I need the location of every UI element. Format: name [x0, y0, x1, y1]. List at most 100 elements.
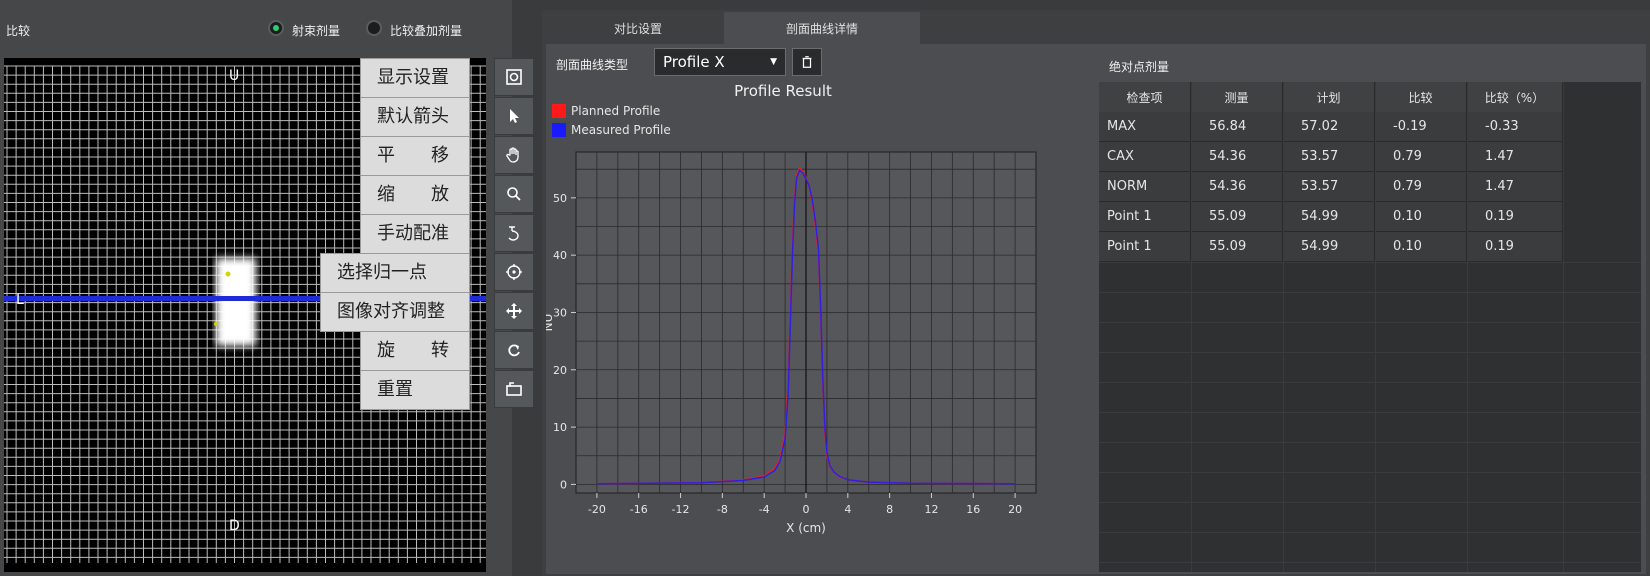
empty-row-divider	[1099, 382, 1641, 383]
column-divider	[1191, 82, 1192, 572]
table-cell: 1.47	[1467, 172, 1563, 202]
col-header-compare-percent: 比较（%）	[1467, 82, 1563, 112]
x-tick-label: 8	[886, 503, 893, 516]
table-cell: 55.09	[1191, 202, 1283, 232]
radio-compare-overlay[interactable]	[366, 20, 382, 36]
menu-default-arrow[interactable]: 默认箭头	[360, 97, 470, 137]
manual-register-button[interactable]	[494, 214, 534, 252]
chevron-down-icon: ▼	[770, 57, 777, 67]
table-row[interactable]: Point 1 55.09 54.99 0.10 0.19	[1099, 202, 1563, 232]
radio-beam-dose-label: 射束剂量	[292, 24, 341, 38]
reset-icon	[506, 382, 522, 396]
empty-row-divider	[1099, 502, 1641, 503]
hand-pan-icon	[506, 147, 519, 163]
empty-row-divider	[1099, 352, 1641, 353]
x-tick-label: -12	[672, 503, 690, 516]
table-cell: Point 1	[1099, 202, 1191, 232]
y-tick-label: 10	[553, 421, 567, 434]
y-tick-label: 40	[553, 249, 567, 262]
col-header-compare: 比较	[1375, 82, 1467, 112]
menu-reset[interactable]: 重置	[360, 370, 470, 410]
column-divider	[1283, 82, 1284, 572]
table-cell: 54.36	[1191, 142, 1283, 172]
move-icon	[506, 303, 522, 319]
table-cell: 0.19	[1467, 202, 1563, 232]
table-row[interactable]: Point 1 55.09 54.99 0.10 0.19	[1099, 232, 1563, 262]
profile-chart: Profile Result Planned Profile Measured Pr…	[546, 82, 1037, 535]
target-icon	[506, 264, 522, 280]
empty-row-divider	[1099, 532, 1641, 533]
delete-button[interactable]	[792, 48, 822, 76]
table-row[interactable]: NORM 54.36 53.57 0.79 1.47	[1099, 172, 1563, 202]
table-cell: 57.02	[1283, 112, 1375, 142]
zoom-icon	[507, 187, 521, 201]
radio-beam-dose[interactable]	[268, 20, 284, 36]
table-cell: -0.33	[1467, 112, 1563, 142]
pan-button[interactable]	[494, 136, 534, 174]
dose-field	[216, 258, 256, 346]
table-cell: 54.99	[1283, 202, 1375, 232]
pointer-button[interactable]	[494, 97, 534, 135]
point-marker	[214, 322, 218, 326]
menu-pan[interactable]: 平 移	[360, 136, 470, 176]
trash-icon	[802, 56, 812, 68]
table-cell: 0.10	[1375, 232, 1467, 262]
menu-zoom[interactable]: 缩 放	[360, 175, 470, 215]
col-header-measured: 测量	[1191, 82, 1283, 112]
empty-row-divider	[1099, 442, 1641, 443]
column-divider	[1563, 82, 1564, 572]
display-settings-button[interactable]	[494, 58, 534, 96]
table-row[interactable]: MAX 56.84 57.02 -0.19 -0.33	[1099, 112, 1563, 142]
menu-image-align-adjust[interactable]: 图像对齐调整	[320, 292, 470, 332]
table-cell: 56.84	[1191, 112, 1283, 142]
table-cell: -0.19	[1375, 112, 1467, 142]
reset-button[interactable]	[494, 370, 534, 408]
panel-title: 比较	[6, 24, 31, 38]
table-cell: Point 1	[1099, 232, 1191, 262]
x-tick-label: 16	[966, 503, 980, 516]
y-tick-label: 30	[553, 306, 567, 319]
empty-row-divider	[1099, 472, 1641, 473]
tab-profile-details[interactable]: 剖面曲线详情	[724, 12, 920, 44]
menu-rotate[interactable]: 旋 转	[360, 331, 470, 371]
table-cell: 53.57	[1283, 142, 1375, 172]
orientation-label-bottom: D	[229, 518, 240, 534]
x-tick-label: -8	[717, 503, 728, 516]
table-row[interactable]: CAX 54.36 53.57 0.79 1.47	[1099, 142, 1563, 172]
table-cell: 0.19	[1467, 232, 1563, 262]
menu-display-settings[interactable]: 显示设置	[360, 58, 470, 98]
empty-row-divider	[1099, 262, 1641, 263]
empty-row-divider	[1099, 412, 1641, 413]
empty-row-divider	[1099, 562, 1641, 563]
profile-type-label: 剖面曲线类型	[556, 58, 629, 72]
table-cell: NORM	[1099, 172, 1191, 202]
x-tick-label: -16	[630, 503, 648, 516]
pointer-icon	[510, 109, 519, 123]
empty-row-divider	[1099, 292, 1641, 293]
rotate-icon	[508, 344, 520, 357]
profile-type-select[interactable]: Profile X ▼	[654, 48, 786, 76]
x-tick-label: 12	[924, 503, 938, 516]
x-tick-label: -20	[588, 503, 606, 516]
y-tick-label: 50	[553, 192, 567, 205]
table-cell: 53.57	[1283, 172, 1375, 202]
abs-point-dose-table: 检查项 测量 计划 比较 比较（%） MAX 56.84 57.02 -0.19 -0.…	[1099, 82, 1641, 572]
menu-select-norm-point[interactable]: 选择归一点	[320, 253, 470, 293]
table-cell: 0.79	[1375, 142, 1467, 172]
table-cell: 1.47	[1467, 142, 1563, 172]
tab-compare-settings[interactable]: 对比设置	[552, 12, 724, 44]
empty-row-divider	[1099, 322, 1641, 323]
move-button[interactable]	[494, 292, 534, 330]
legend-label: Planned Profile	[571, 104, 660, 118]
legend-swatch	[552, 104, 566, 118]
display-settings-icon	[506, 69, 522, 85]
orientation-label-left: L	[16, 292, 24, 308]
table-cell: 54.36	[1191, 172, 1283, 202]
menu-manual-register[interactable]: 手动配准	[360, 214, 470, 254]
zoom-button[interactable]	[494, 175, 534, 213]
legend-swatch	[552, 123, 566, 137]
table-cell: MAX	[1099, 112, 1191, 142]
select-point-button[interactable]	[494, 253, 534, 291]
rotate-button[interactable]	[494, 331, 534, 369]
y-tick-label: 0	[560, 478, 567, 491]
